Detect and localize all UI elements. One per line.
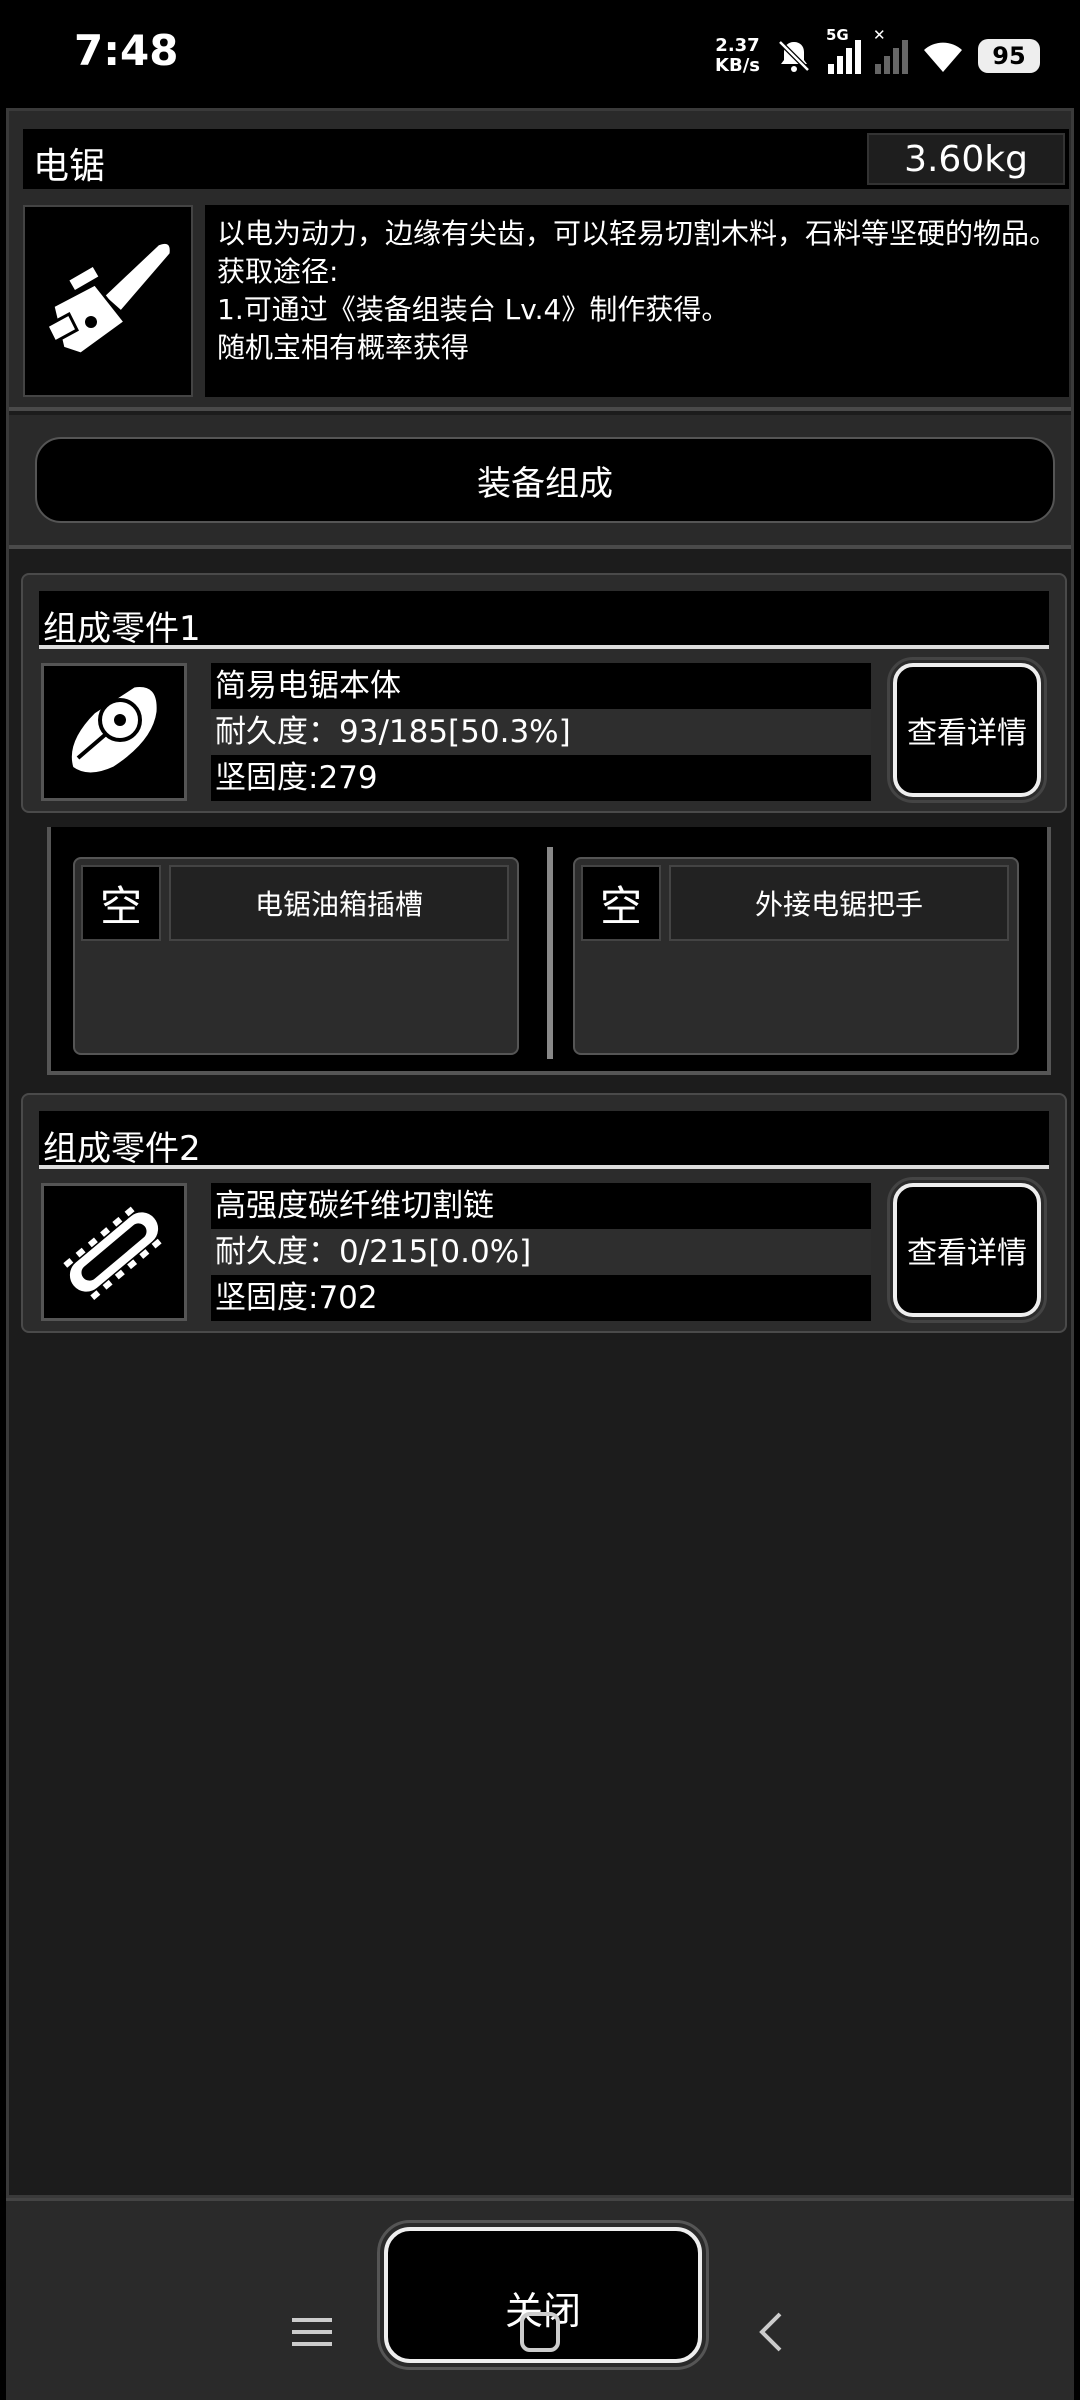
part-durability: 耐久度：0/215[0.0%] [211, 1229, 871, 1275]
attachment-slots: 空 电锯油箱插槽 空 外接电锯把手 [47, 827, 1051, 1075]
part-name: 简易电锯本体 [211, 663, 871, 709]
footer-bar: 关闭 [6, 2198, 1074, 2400]
wifi-icon [924, 42, 962, 72]
chainsaw-body-icon [41, 663, 187, 801]
slot-handle[interactable]: 空 外接电锯把手 [573, 857, 1019, 1055]
part-info: 简易电锯本体 耐久度：93/185[50.3%] 坚固度:279 [211, 663, 871, 801]
slot-name: 电锯油箱插槽 [169, 865, 509, 941]
item-name: 电锯 [33, 146, 106, 187]
bell-muted-icon [778, 40, 810, 72]
net-speed: 2.37 KB/s [715, 35, 760, 76]
slot-fuel-tank[interactable]: 空 电锯油箱插槽 [73, 857, 519, 1055]
component-part-2: 组成零件2 高强度碳纤维切割链 耐久度：0/215[0.0%] 坚固度:702 [21, 1093, 1067, 1333]
view-details-button[interactable]: 查看详情 [887, 657, 1047, 803]
equipment-composition-button[interactable]: 装备组成 [35, 437, 1055, 523]
slot-name: 外接电锯把手 [669, 865, 1009, 941]
part-info: 高强度碳纤维切割链 耐久度：0/215[0.0%] 坚固度:702 [211, 1183, 871, 1321]
view-details-button[interactable]: 查看详情 [887, 1177, 1047, 1323]
slot-state: 空 [81, 865, 161, 941]
part-title: 组成零件1 [39, 591, 1049, 649]
item-title-bar: 电锯 3.60kg [23, 129, 1069, 189]
section-header: 装备组成 [9, 415, 1071, 549]
menu-icon[interactable] [290, 2310, 334, 2354]
back-icon[interactable] [750, 2310, 794, 2354]
item-description: 以电为动力，边缘有尖齿，可以轻易切割木料，石料等坚硬的物品。 获取途径: 1.可… [205, 205, 1069, 397]
component-part-1: 组成零件1 简易电锯本体 耐久度：93/185[50.3%] 坚固度:279 查… [21, 573, 1067, 813]
slot-divider [547, 847, 553, 1059]
part-title: 组成零件2 [39, 1111, 1049, 1169]
status-bar: 7:48 2.37 KB/s 5G ✕ 95 [0, 0, 1080, 108]
item-weight: 3.60kg [867, 133, 1065, 185]
slot-state: 空 [581, 865, 661, 941]
home-icon[interactable] [518, 2310, 562, 2354]
signal-no-service-icon: ✕ [873, 26, 908, 74]
item-detail-panel: 电锯 3.60kg 以电为动力，边缘有尖齿，可以轻易切割木料，石料等坚硬的物品。… [6, 108, 1074, 2198]
part-hardness: 坚固度:702 [211, 1275, 871, 1321]
item-header: 电锯 3.60kg 以电为动力，边缘有尖齿，可以轻易切割木料，石料等坚硬的物品。… [9, 111, 1071, 411]
signal-5g-icon: 5G [826, 26, 861, 74]
part-durability: 耐久度：93/185[50.3%] [211, 709, 871, 755]
status-time: 7:48 [74, 26, 179, 75]
chainsaw-icon [23, 205, 193, 397]
battery-indicator: 95 [978, 39, 1040, 73]
cutting-chain-icon [41, 1183, 187, 1321]
status-icons: 2.37 KB/s 5G ✕ 95 [715, 26, 1040, 86]
part-hardness: 坚固度:279 [211, 755, 871, 801]
part-name: 高强度碳纤维切割链 [211, 1183, 871, 1229]
